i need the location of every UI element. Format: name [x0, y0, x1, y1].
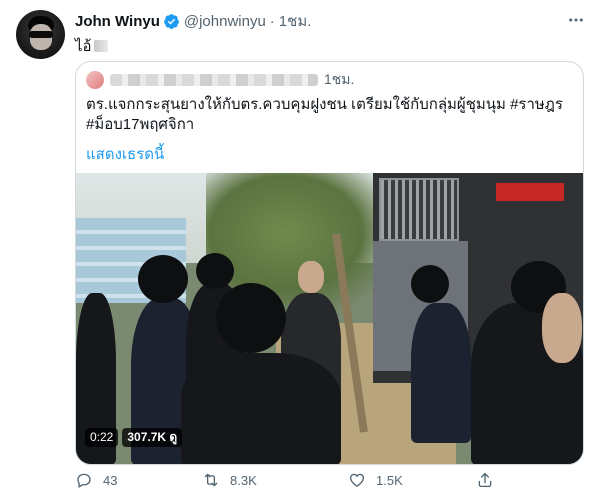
tweet-header: John Winyu @johnwinyu · 1ชม. — [75, 11, 311, 31]
video-scene-officer — [181, 353, 341, 464]
author-avatar[interactable] — [16, 10, 65, 59]
quoted-tweet-text: ตร.แจกกระสุนยางให้กับตร.ควบคุมฝูงชน เตรี… — [86, 96, 563, 133]
tweet[interactable]: John Winyu @johnwinyu · 1ชม. ไอ้ 1ชม. ตร… — [0, 0, 601, 500]
video-duration: 0:22 — [85, 428, 119, 447]
share-icon — [478, 472, 492, 488]
author-handle[interactable]: @johnwinyu — [184, 13, 266, 30]
redacted-author-info — [110, 74, 318, 86]
video-scene-helmet — [411, 265, 449, 303]
separator-dot: · — [269, 12, 275, 30]
reply-icon — [77, 473, 91, 488]
retweet-count: 8.3K — [230, 472, 257, 488]
avatar-sunglasses — [29, 31, 53, 38]
like-button[interactable]: 1.5K — [348, 471, 403, 489]
show-thread-link[interactable]: แสดงเธรดนี้ — [86, 142, 164, 166]
heart-icon — [349, 473, 365, 488]
like-count: 1.5K — [376, 472, 403, 488]
quoted-tweet[interactable]: 1ชม. ตร.แจกกระสุนยางให้กับตร.ควบคุมฝูงชน… — [75, 61, 584, 465]
retweet-button[interactable]: 8.3K — [202, 471, 257, 489]
reply-count: 43 — [103, 472, 118, 488]
video-scene-helmet — [196, 253, 234, 289]
reply-button[interactable]: 43 — [75, 471, 117, 489]
video-scene-truck-grill — [379, 178, 459, 241]
video-scene-officer — [411, 303, 471, 443]
video-scene-person-face — [298, 261, 324, 293]
video-view-count: 307.7K ดู — [122, 428, 183, 447]
share-button[interactable] — [476, 471, 494, 489]
video-info-badges: 0:22 307.7K ดู — [85, 428, 183, 447]
quoted-tweet-time[interactable]: 1ชม. — [324, 69, 354, 91]
video-scene-truck-sign — [496, 183, 564, 201]
more-horizontal-icon — [569, 18, 583, 22]
tweet-text: ไอ้ — [75, 34, 108, 58]
video-player[interactable]: 0:22 307.7K ดู — [76, 173, 583, 464]
video-scene-helmet — [216, 283, 286, 353]
tweet-time[interactable]: 1ชม. — [279, 9, 312, 33]
more-options-button[interactable] — [565, 9, 587, 31]
redacted-text — [93, 40, 108, 52]
author-name[interactable]: John Winyu — [75, 13, 160, 30]
video-scene-person-face — [542, 293, 582, 363]
retweet-icon — [204, 473, 218, 487]
tweet-text-content: ไอ้ — [75, 38, 92, 55]
video-scene-helmet — [138, 255, 188, 303]
quoted-author-avatar[interactable] — [86, 71, 104, 89]
tweet-actions: 43 8.3K 1.5K — [75, 469, 585, 491]
verified-badge-icon — [163, 13, 179, 29]
quoted-tweet-header: 1ชม. — [86, 71, 354, 89]
